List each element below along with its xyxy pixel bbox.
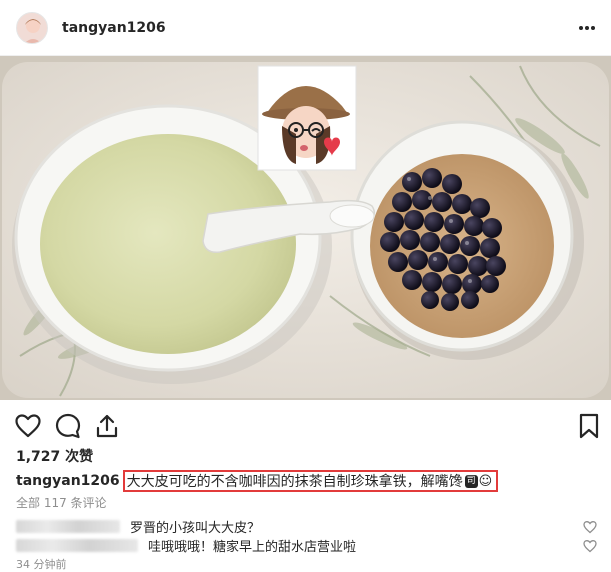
blurred-commenter-name: [16, 538, 138, 552]
caption-highlight-box: 大大皮可吃的不含咖啡因的抹茶自制珍珠拿铁，解嘴馋 司 ☺: [122, 470, 499, 492]
comment-row: 罗晋的小孩叫大大皮？: [16, 517, 261, 536]
post-caption: tangyan1206 大大皮可吃的不含咖啡因的抹茶自制珍珠拿铁，解嘴馋 司 ☺: [16, 470, 499, 492]
heart-icon[interactable]: [14, 412, 42, 440]
likes-count[interactable]: 1,727 次赞: [16, 446, 93, 466]
caption-badge-icon: 司: [464, 474, 478, 488]
comment-row: 哇哦哦哦！糖家早上的甜水店营业啦: [16, 536, 357, 555]
comment-icon[interactable]: [54, 412, 82, 440]
post-header: tangyan1206: [0, 0, 611, 56]
action-bar: [0, 404, 611, 448]
post-photo[interactable]: [0, 56, 611, 400]
memoji-sticker-icon: [257, 65, 357, 171]
post-timestamp: 34 分钟前: [16, 558, 67, 571]
bookmark-icon[interactable]: [575, 412, 603, 440]
caption-text: 大大皮可吃的不含咖啡因的抹茶自制珍珠拿铁，解嘴馋: [126, 474, 463, 490]
smile-emoji-icon: ☺: [478, 473, 493, 489]
comment-text: 罗晋的小孩叫大大皮？: [130, 520, 261, 536]
caption-username[interactable]: tangyan1206: [16, 473, 120, 489]
comment-like-heart-icon[interactable]: [583, 539, 597, 553]
blurred-commenter-name: [16, 519, 120, 533]
post-username[interactable]: tangyan1206: [62, 20, 166, 36]
user-avatar-icon[interactable]: [16, 11, 48, 44]
comment-like-heart-icon[interactable]: [583, 520, 597, 534]
share-icon[interactable]: [93, 412, 121, 440]
view-all-comments-link[interactable]: 全部 117 条评论: [16, 494, 107, 511]
more-horizontal-icon[interactable]: [577, 18, 597, 38]
comment-text: 哇哦哦哦！糖家早上的甜水店营业啦: [148, 539, 357, 555]
